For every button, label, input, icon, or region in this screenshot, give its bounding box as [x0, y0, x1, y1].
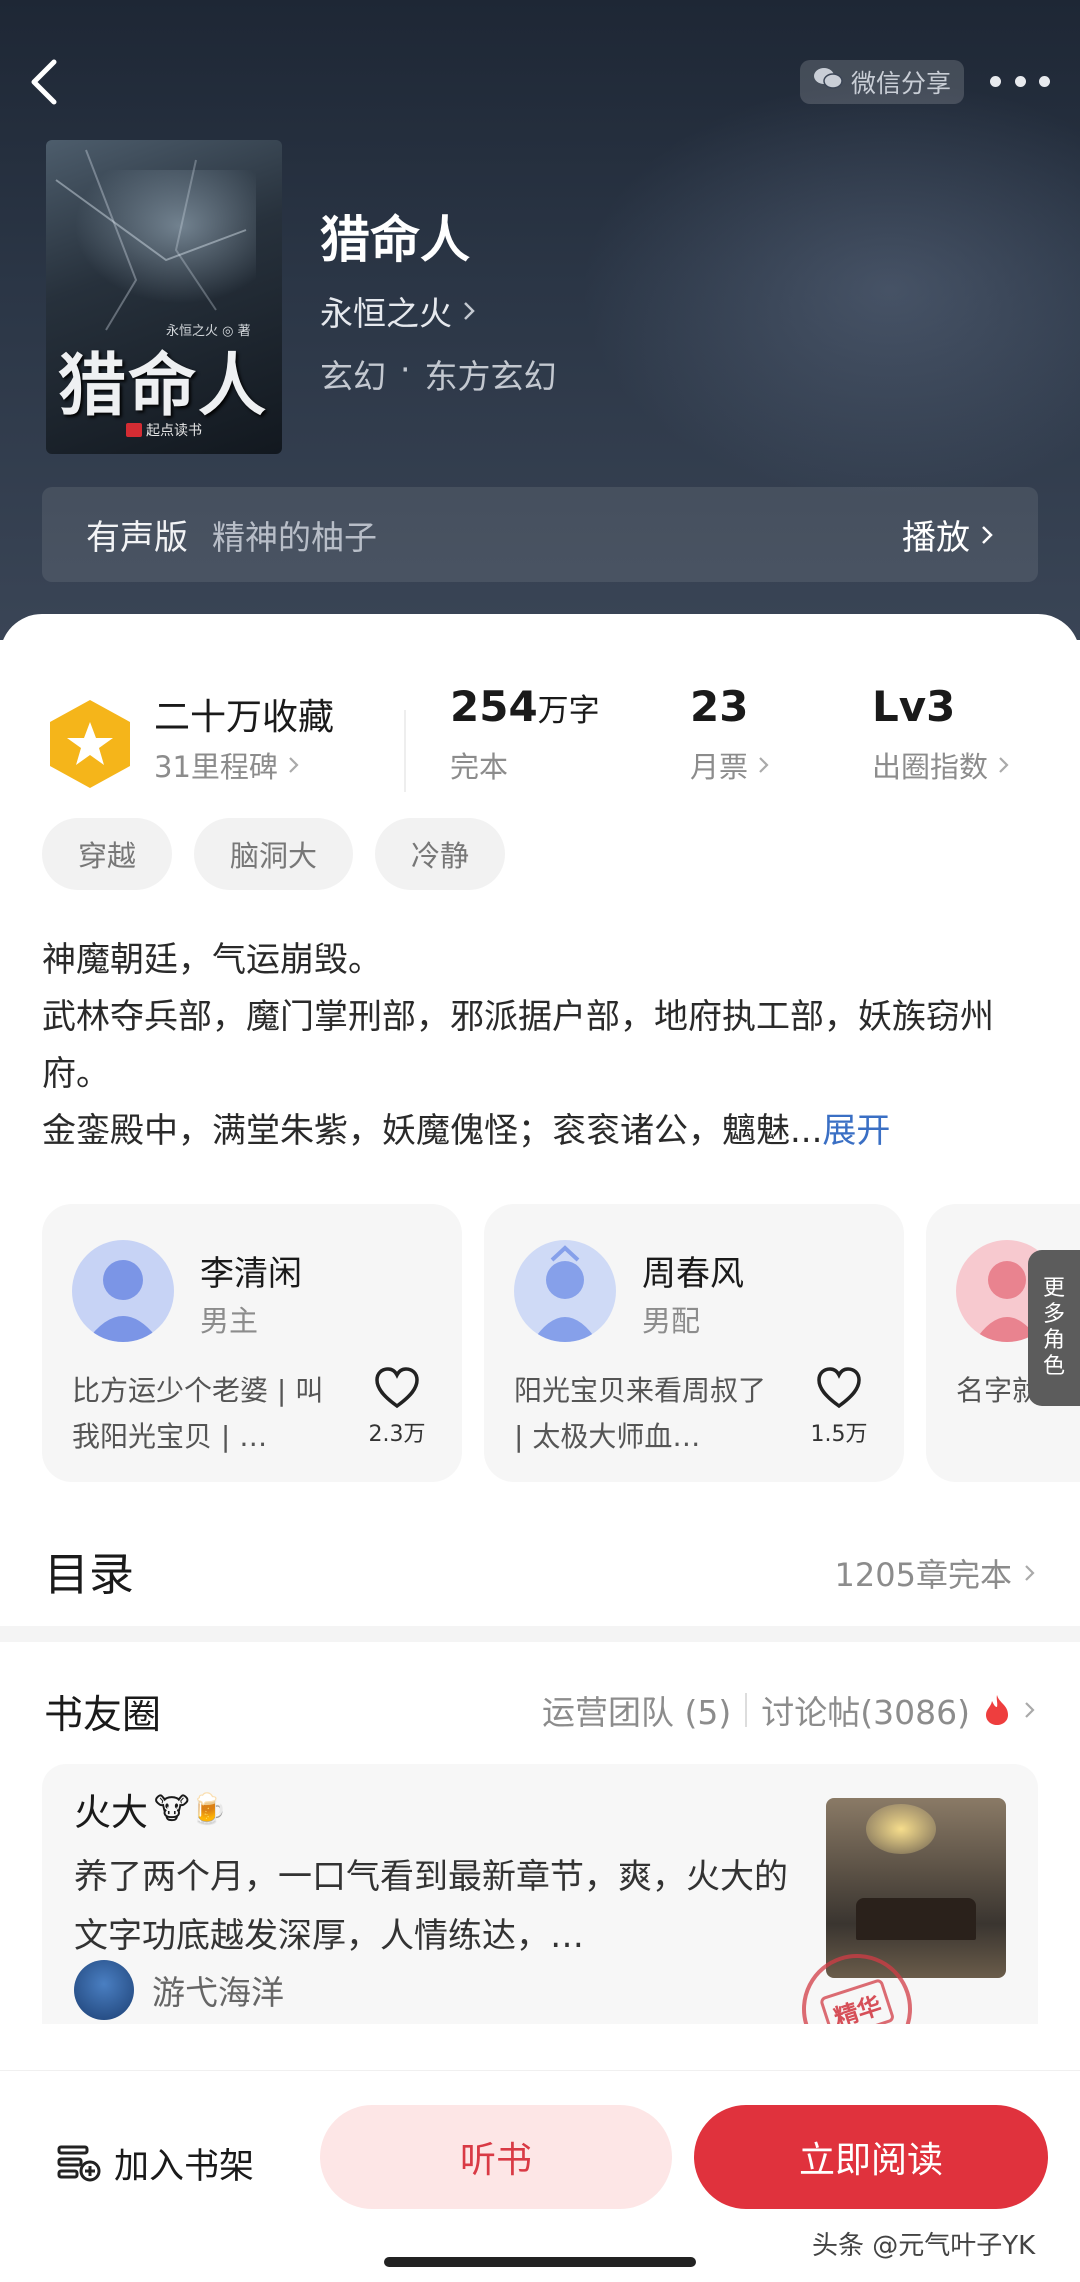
like-count: 2.3万 [368, 1422, 426, 1447]
reader-circle-title: 书友圈 [44, 1693, 162, 1738]
popularity-index-link[interactable]: 出圈指数 [872, 744, 1010, 786]
toc-title: 目录 [44, 1548, 135, 1601]
back-icon[interactable] [22, 52, 70, 112]
reader-circle-header: 书友圈 运营团队 (5) 讨论帖(3086) [0, 1684, 1080, 1744]
like-button[interactable]: 2.3万 [362, 1366, 432, 1448]
listen-button[interactable]: 听书 [320, 2105, 672, 2209]
genre-primary[interactable]: 玄幻 [320, 350, 386, 398]
chevron-right-icon [759, 757, 769, 773]
table-of-contents-row[interactable]: 目录 1205章完本 [0, 1514, 1080, 1626]
heart-icon [375, 1367, 419, 1409]
watermark: 头条 @元气叶子YK [812, 2231, 1036, 2261]
section-divider [0, 1626, 1080, 1642]
add-to-shelf-button[interactable]: 加入书架 [56, 2133, 254, 2193]
synopsis-line: 神魔朝廷，气运崩毁。 [42, 940, 382, 980]
bookshelf-add-icon [57, 2145, 101, 2182]
book-header: 微信分享 永恒之火 ◎ 著 猎命人 起点读书 猎命人 永恒之火 玄幻 · 东方玄… [0, 0, 1080, 640]
author-name: 永恒之火 [320, 294, 452, 333]
medal-star-icon[interactable] [46, 698, 134, 790]
wechat-share-label: 微信分享 [850, 69, 951, 98]
milestone-link[interactable]: 31里程碑 [154, 744, 300, 786]
more-icon[interactable] [990, 66, 1050, 96]
featured-post-card[interactable]: 火大 🐮🍺 养了两个月，一口气看到最新章节，爽，火大的文字功底越发深厚，人情练达… [42, 1764, 1038, 2024]
reply-user[interactable]: 游弋海洋 [74, 1960, 284, 2020]
ops-team-link[interactable]: 运营团队 (5) [542, 1686, 731, 1734]
popularity-index: Lv3 [872, 682, 956, 731]
reader-circle-links: 运营团队 (5) 讨论帖(3086) [542, 1686, 1036, 1734]
cover-brand: 起点读书 [126, 420, 202, 440]
link-separator [745, 1693, 748, 1727]
genre-secondary[interactable]: 东方玄幻 [425, 350, 557, 398]
tag-chip[interactable]: 穿越 [42, 818, 173, 890]
chevron-right-icon [999, 757, 1009, 773]
home-indicator[interactable] [384, 2257, 696, 2267]
book-cover[interactable]: 永恒之火 ◎ 著 猎命人 起点读书 [46, 140, 282, 454]
post-text: 养了两个月，一口气看到最新章节，爽，火大的文字功底越发深厚，人情练达，… [74, 1857, 788, 1956]
post-author[interactable]: 火大 🐮🍺 [74, 1782, 227, 1836]
synopsis[interactable]: 神魔朝廷，气运崩毁。 武林夺兵部，魔门掌刑部，邪派据户部，地府执工部，妖族窃州府… [42, 932, 1038, 1160]
character-desc: 比方运少个老婆 | 叫我阳光宝贝 | … [72, 1374, 324, 1453]
monthly-tickets: 23 [690, 682, 749, 731]
audio-version-bar[interactable]: 有声版 精神的柚子 播放 [42, 487, 1038, 582]
fire-icon [986, 1695, 1008, 1725]
character-role: 男主 [200, 1304, 259, 1338]
tag-chip[interactable]: 冷静 [375, 818, 506, 890]
character-list: 李清闲 男主 比方运少个老婆 | 叫我阳光宝贝 | … 2.3万 周春风 男配 … [42, 1204, 1080, 1482]
read-now-button[interactable]: 立即阅读 [694, 2105, 1048, 2209]
character-desc: 阳光宝贝来看周叔了 | 太极大师血… [514, 1374, 767, 1453]
audio-label: 有声版 [86, 518, 188, 558]
chevron-right-icon [1025, 1702, 1035, 1718]
chevron-right-icon [982, 525, 993, 544]
character-card[interactable]: 李清闲 男主 比方运少个老婆 | 叫我阳光宝贝 | … 2.3万 [42, 1204, 462, 1482]
book-genre: 玄幻 · 东方玄幻 [320, 350, 557, 398]
tag-chip[interactable]: 脑洞大 [194, 818, 354, 890]
synopsis-line: 金銮殿中，满堂朱紫，妖魔傀怪；衮衮诸公，魑魅...展开 [42, 1111, 891, 1151]
book-detail-sheet: 二十万收藏 31里程碑 254万字 完本 23 月票 Lv3 出圈指数 穿越 脑… [0, 614, 1080, 2282]
more-roles-tab[interactable]: 更多角色 [1028, 1250, 1080, 1406]
audio-narrator: 精神的柚子 [212, 517, 377, 557]
post-image[interactable] [826, 1798, 1006, 1978]
character-avatar [72, 1240, 174, 1342]
like-count: 1.5万 [810, 1422, 868, 1447]
word-count: 254万字 [450, 682, 600, 731]
chevron-right-icon [462, 292, 476, 331]
character-name: 李清闲 [200, 1254, 302, 1294]
stats-row: 二十万收藏 31里程碑 254万字 完本 23 月票 Lv3 出圈指数 [0, 662, 1080, 792]
chevron-right-icon [289, 757, 299, 773]
synopsis-line: 武林夺兵部，魔门掌刑部，邪派据户部，地府执工部，妖族窃州府。 [42, 997, 994, 1094]
toc-status: 1205章完本 [835, 1550, 1036, 1596]
book-title: 猎命人 [320, 211, 470, 269]
wechat-icon [813, 66, 843, 98]
collect-count: 二十万收藏 [154, 697, 335, 738]
author-link[interactable]: 永恒之火 [320, 287, 476, 335]
wechat-share-button[interactable]: 微信分享 [800, 60, 964, 104]
character-name: 周春风 [642, 1254, 744, 1294]
genre-dot: · [400, 350, 411, 389]
discussion-posts-link[interactable]: 讨论帖(3086) [761, 1686, 970, 1734]
tag-list: 穿越 脑洞大 冷静 [42, 818, 506, 890]
post-emoji: 🐮🍺 [154, 1791, 227, 1827]
monthly-tickets-link[interactable]: 月票 [690, 744, 770, 786]
audio-play-button[interactable]: 播放 [902, 510, 994, 559]
chevron-right-icon [1025, 1565, 1035, 1581]
expand-link[interactable]: 展开 [822, 1111, 890, 1151]
character-avatar [514, 1240, 616, 1342]
cover-title: 猎命人 [58, 346, 269, 426]
completion-status: 完本 [450, 750, 509, 784]
character-card[interactable]: 周春风 男配 阳光宝贝来看周叔了 | 太极大师血… 1.5万 [484, 1204, 904, 1482]
like-button[interactable]: 1.5万 [804, 1366, 874, 1448]
heart-icon [817, 1367, 861, 1409]
character-role: 男配 [642, 1304, 701, 1338]
avatar [74, 1960, 134, 2020]
stats-divider [404, 710, 406, 792]
